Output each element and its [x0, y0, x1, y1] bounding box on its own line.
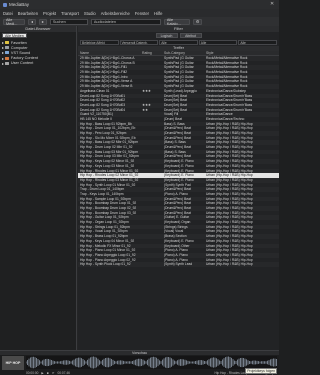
- menu-item-6[interactable]: Fenster: [135, 11, 149, 16]
- expand-icon[interactable]: ▸: [2, 61, 4, 66]
- waveform[interactable]: [25, 356, 277, 369]
- close-icon[interactable]: ✕: [270, 1, 274, 7]
- search-input[interactable]: Suchen: [49, 18, 88, 25]
- app-title: MediaBay: [9, 2, 30, 7]
- folder-icon: [5, 46, 10, 50]
- filter-selector[interactable]: Verwendt Datenb.: [119, 40, 159, 45]
- location-tree: ▸ Favoriten ▸ Computer ▸ VST Sound ▸ Factory Co…: [0, 39, 76, 67]
- filter-selector[interactable]: Alle: [159, 40, 198, 45]
- tree-item-label: User Content: [10, 61, 34, 66]
- table-cell: Hip Hop - Synth Pluck Loop 01_92: [80, 262, 131, 267]
- col-subcategory[interactable]: Sub-Category: [164, 51, 206, 55]
- filter-selector[interactable]: Beliebige Affekt: [80, 40, 119, 45]
- file-browser-panel: Datei-Browser Alle Medien ▸ Favoriten ▸ Com…: [0, 26, 77, 350]
- col-rating[interactable]: Rating: [142, 51, 164, 55]
- preview-panel: Vorschau HIP HOP 00:00:00 ▶ ■ ⟳ 00:07.46…: [0, 350, 279, 375]
- app-icon: [3, 2, 7, 7]
- time-left: 00:00:00: [26, 370, 39, 375]
- folder-icon: [5, 51, 10, 55]
- menu-item-3[interactable]: Transport: [61, 11, 79, 16]
- tooltip: Projektkeys folgen: [245, 368, 277, 374]
- col-name[interactable]: Name: [78, 51, 142, 55]
- menu-item-7[interactable]: Hilfe: [154, 11, 162, 16]
- menu-item-0[interactable]: Datei: [3, 11, 13, 16]
- catalog-dropdown[interactable]: Alle Katalo...: [163, 18, 190, 26]
- menu-item-4[interactable]: Studio: [84, 11, 96, 16]
- tree-item[interactable]: ▸ User Content: [2, 61, 74, 66]
- filter-selector[interactable]: Alle: [238, 40, 277, 45]
- forward-icon[interactable]: ▸: [38, 18, 47, 25]
- time-right: 00:07.46: [57, 370, 70, 375]
- tree-item-label: VST Sound: [10, 50, 31, 55]
- settings-icon[interactable]: ⚙: [192, 18, 203, 25]
- transport-controls: 00:00:00 ▶ ■ ⟳ 00:07.46 Hip Hop - Rhodes…: [26, 370, 277, 375]
- tree-item-label: Favoriten: [10, 40, 27, 45]
- toolbar: Alle Medi... ◂ ▸ Suchen Audiodateien All…: [0, 17, 279, 26]
- table-cell: (Synth) Synth Lead: [164, 262, 193, 267]
- preview-header: Vorschau: [0, 351, 279, 355]
- waveform-graphic: [25, 356, 277, 369]
- menu-item-5[interactable]: Arbeitsbereiche: [101, 11, 130, 16]
- folder-icon: [5, 61, 10, 65]
- filter-selector[interactable]: Alle: [198, 40, 238, 45]
- table-cell: [142, 262, 164, 267]
- filter-mode-buttons: Logisch Attribut: [78, 32, 279, 39]
- tree-item-label: Factory Content: [10, 56, 38, 61]
- menu-bar: Datei Bearbeiten Projekt Transport Studio Arb…: [0, 9, 279, 17]
- table-row[interactable]: Hip Hop - Synth Pluck Loop 01_92 (Synth) …: [78, 262, 279, 267]
- location-dropdown[interactable]: Alle Medi...: [3, 18, 25, 26]
- browser-tabs: Alle Medien: [0, 32, 76, 39]
- results-list: 29 Mix Jupiter-8(Dr)1+Bgr1-Chorus A Synth…: [78, 56, 279, 267]
- results-panel: Filter Logisch Attribut Beliebige Affekt…: [78, 26, 279, 350]
- title-bar: MediaBay: [0, 0, 279, 9]
- tree-item-label: Computer: [10, 45, 28, 50]
- folder-icon: [5, 41, 10, 45]
- album-artwork: HIP HOP: [2, 356, 24, 370]
- filter-selectors: Beliebige Affekt Verwendt Datenb. Alle Alle…: [78, 39, 279, 46]
- col-style[interactable]: Style: [206, 51, 279, 55]
- path-field[interactable]: Audiodateien: [90, 18, 161, 25]
- play-icon[interactable]: ▶: [41, 371, 43, 375]
- menu-item-1[interactable]: Bearbeiten: [18, 11, 38, 16]
- mediabay-window: { "app":{"title":"MediaBay","close":"✕"}…: [0, 0, 279, 375]
- folder-icon: [5, 56, 10, 60]
- stop-icon[interactable]: ■: [47, 371, 49, 375]
- table-cell: Urban (Hip-Hop / R&B) Hip-Hop: [206, 262, 253, 267]
- attribute-button[interactable]: Attribut: [179, 33, 202, 38]
- menu-item-2[interactable]: Projekt: [43, 11, 56, 16]
- loop-icon[interactable]: ⟳: [52, 371, 55, 375]
- back-icon[interactable]: ◂: [28, 18, 36, 25]
- logical-button[interactable]: Logisch: [155, 33, 178, 38]
- tab-all-media[interactable]: Alle Medien: [2, 33, 27, 38]
